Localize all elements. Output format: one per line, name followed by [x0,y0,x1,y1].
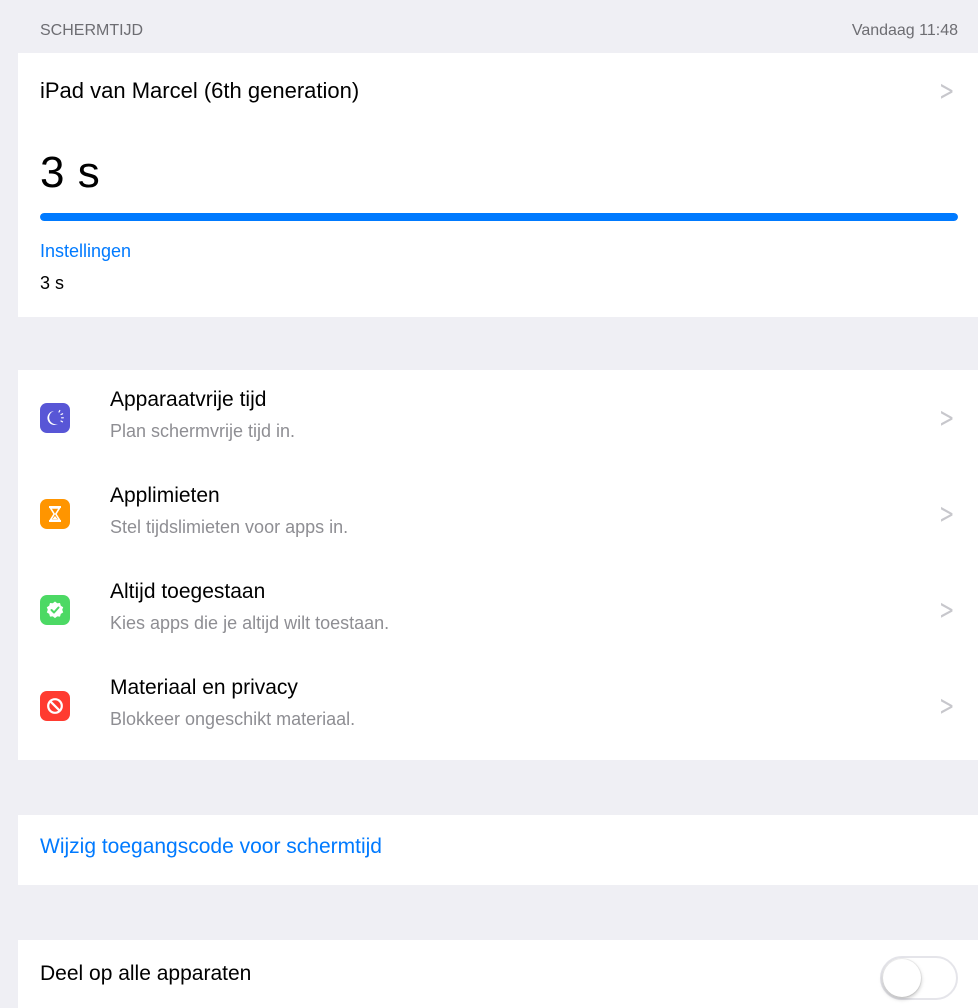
toggle-knob [883,959,921,997]
section-title: SCHERMTIJD [40,22,144,39]
list-item-text: Applimieten Stel tijdslimieten voor apps… [110,482,348,540]
usage-progress-bar [40,213,958,221]
device-name: iPad van Marcel (6th generation) [40,78,360,103]
list-item-text: Altijd toegestaan Kies apps die je altij… [110,578,389,636]
restriction-icon [40,691,70,721]
hourglass-icon [40,499,70,529]
chevron-right-icon: > [938,497,954,530]
list-item-text: Apparaatvrije tijd Plan schermvrije tijd… [110,386,295,444]
share-card: Deel op alle apparaten [18,940,978,1008]
share-across-devices-label: Deel op alle apparaten [40,962,252,985]
checkmark-badge-icon [40,595,70,625]
change-passcode-link[interactable]: Wijzig toegangscode voor schermtijd [40,835,382,859]
list-item-downtime[interactable]: Apparaatvrije tijd Plan schermvrije tijd… [18,370,978,466]
list-item-subtitle: Plan schermvrije tijd in. [110,421,296,441]
features-card: Apparaatvrije tijd Plan schermvrije tijd… [18,370,978,760]
list-item-subtitle: Kies apps die je altijd wilt toestaan. [110,613,390,633]
list-item-subtitle: Blokkeer ongeschikt materiaal. [110,709,356,729]
list-item-content-privacy[interactable]: Materiaal en privacy Blokkeer ongeschikt… [18,658,978,754]
list-item-text: Materiaal en privacy Blokkeer ongeschikt… [110,674,355,732]
category-value: 3 s [40,273,65,293]
passcode-card: Wijzig toegangscode voor schermtijd [18,815,978,885]
section-header: SCHERMTIJD Vandaag 11:48 [40,18,958,44]
chevron-right-icon: > [938,593,954,626]
list-item-subtitle: Stel tijdslimieten voor apps in. [110,517,349,537]
timestamp: Vandaag 11:48 [851,22,958,39]
list-item-title: Materiaal en privacy [110,676,298,699]
category-label: Instellingen [40,241,132,261]
total-usage-time: 3 s [40,148,101,197]
list-item-title: Altijd toegestaan [110,580,266,603]
chevron-right-icon: > [938,689,954,722]
list-item-title: Applimieten [110,484,220,507]
list-item-title: Apparaatvrije tijd [110,388,267,411]
chevron-right-icon: > [938,74,954,107]
list-item-app-limits[interactable]: Applimieten Stel tijdslimieten voor apps… [18,466,978,562]
chevron-right-icon: > [938,401,954,434]
usage-progress-fill [40,213,958,221]
downtime-icon [40,403,70,433]
list-item-always-allowed[interactable]: Altijd toegestaan Kies apps die je altij… [18,562,978,658]
usage-card[interactable]: iPad van Marcel (6th generation) > 3 s I… [18,53,978,317]
screen-time-page: SCHERMTIJD Vandaag 11:48 iPad van Marcel… [0,0,978,1008]
share-across-devices-toggle[interactable] [880,956,958,1000]
device-row[interactable]: iPad van Marcel (6th generation) > [40,71,958,111]
